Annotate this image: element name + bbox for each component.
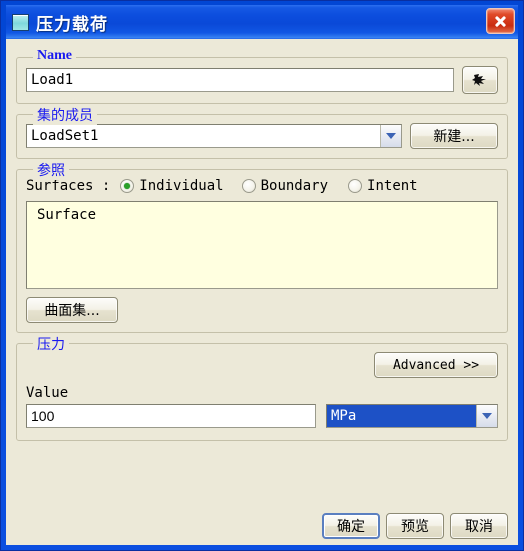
dialog-window: 压力载荷 Name Load1 集的成员 LoadSet1 新建... 参照 S… [0, 0, 524, 551]
surface-set-button[interactable]: 曲面集... [26, 297, 118, 323]
new-set-button[interactable]: 新建... [410, 123, 498, 149]
radio-intent[interactable]: Intent [348, 178, 418, 194]
load-set-value: LoadSet1 [31, 128, 99, 144]
radio-intent-label: Intent [367, 178, 418, 194]
surface-list[interactable]: Surface [26, 201, 498, 289]
value-input[interactable]: 100 [26, 404, 316, 428]
title-bar[interactable]: 压力载荷 [6, 5, 518, 39]
surfaces-label: Surfaces : [26, 178, 111, 194]
set-members-group: 集的成员 LoadSet1 新建... [16, 105, 508, 159]
radio-individual-indicator [120, 179, 135, 193]
reference-group: 参照 Surfaces : Individual Boundary Intent [16, 160, 508, 333]
radio-individual[interactable]: Individual [120, 178, 224, 194]
set-members-legend: 集的成员 [33, 105, 97, 125]
surface-blob-icon [470, 72, 490, 88]
name-group-legend: Name [33, 48, 76, 64]
preview-button[interactable]: 预览 [386, 513, 444, 539]
radio-boundary[interactable]: Boundary [241, 178, 329, 194]
window-title: 压力载荷 [36, 14, 108, 34]
unit-select[interactable]: MPa [326, 404, 498, 428]
dialog-footer: 确定 预览 取消 [322, 513, 508, 539]
radio-boundary-label: Boundary [260, 178, 329, 194]
load-set-select[interactable]: LoadSet1 [26, 124, 402, 148]
chevron-down-icon[interactable] [380, 125, 401, 147]
pressure-group: 压力 Advanced >> Value 100 MPa [16, 334, 508, 441]
radio-intent-indicator [348, 179, 363, 193]
dialog-body: Name Load1 集的成员 LoadSet1 新建... 参照 Surfac… [6, 39, 518, 545]
advanced-button[interactable]: Advanced >> [374, 352, 498, 378]
ok-button[interactable]: 确定 [322, 513, 380, 539]
chevron-down-icon[interactable] [476, 405, 497, 427]
close-icon[interactable] [486, 8, 515, 34]
radio-boundary-indicator [241, 179, 256, 193]
cancel-button[interactable]: 取消 [450, 513, 508, 539]
list-item[interactable]: Surface [37, 206, 493, 224]
pressure-load-icon [12, 13, 29, 31]
value-label: Value [26, 385, 69, 401]
name-picker-button[interactable] [462, 66, 498, 94]
name-input[interactable]: Load1 [26, 68, 454, 92]
radio-individual-label: Individual [139, 178, 224, 194]
name-group: Name Load1 [16, 48, 508, 104]
reference-legend: 参照 [33, 160, 69, 180]
unit-value: MPa [327, 405, 476, 427]
pressure-legend: 压力 [33, 334, 69, 354]
